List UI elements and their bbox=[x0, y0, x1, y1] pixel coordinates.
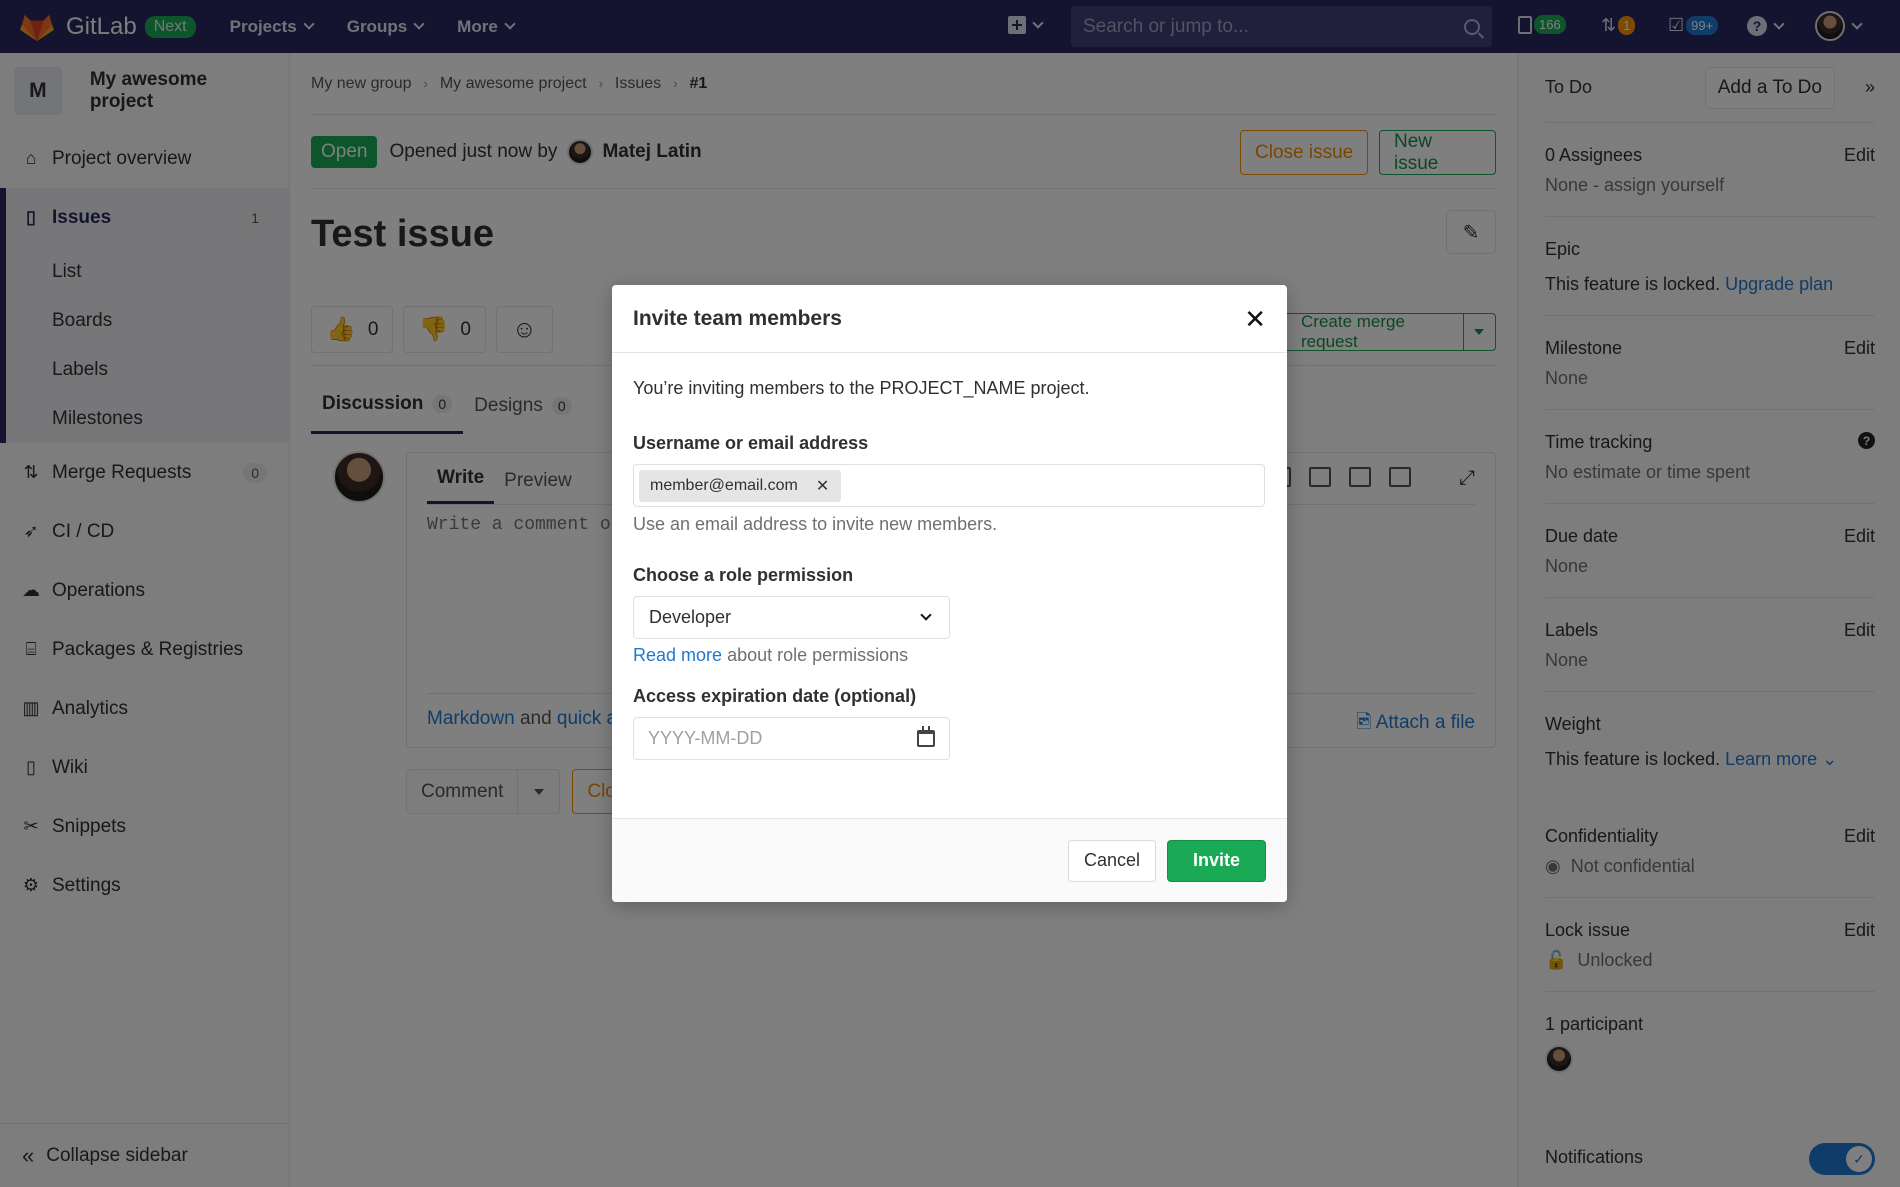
role-select[interactable]: Developer bbox=[633, 596, 950, 639]
cancel-button[interactable]: Cancel bbox=[1067, 839, 1156, 882]
modal-intro: You’re inviting members to the PROJECT_N… bbox=[633, 378, 1090, 398]
member-token-text: member@email.com bbox=[650, 476, 798, 494]
remove-token-icon[interactable]: ✕ bbox=[816, 476, 829, 496]
expiration-date-field[interactable] bbox=[633, 717, 950, 760]
close-icon[interactable]: ✕ bbox=[1244, 306, 1266, 332]
modal-header: Invite team members ✕ bbox=[612, 285, 1287, 353]
role-selected-value: Developer bbox=[649, 607, 732, 627]
member-token: member@email.com ✕ bbox=[639, 469, 842, 502]
username-help: Use an email address to invite new membe… bbox=[633, 514, 998, 534]
chevron-down-icon bbox=[920, 609, 932, 621]
date-label: Access expiration date (optional) bbox=[633, 686, 917, 706]
role-help: Read more about role permissions bbox=[633, 645, 1266, 666]
role-label: Choose a role permission bbox=[633, 565, 854, 585]
modal-footer: Cancel Invite bbox=[612, 818, 1287, 902]
expiration-date-input[interactable] bbox=[648, 728, 917, 749]
calendar-icon[interactable] bbox=[917, 726, 935, 747]
members-token-input[interactable]: member@email.com ✕ bbox=[633, 464, 1265, 507]
read-more-link[interactable]: Read more bbox=[633, 645, 722, 665]
invite-members-modal: Invite team members ✕ You’re inviting me… bbox=[612, 285, 1287, 902]
role-help-text: about role permissions bbox=[727, 645, 909, 665]
username-label: Username or email address bbox=[633, 433, 869, 453]
modal-body: You’re inviting members to the PROJECT_N… bbox=[612, 353, 1287, 760]
modal-title: Invite team members bbox=[633, 306, 842, 330]
members-search-input[interactable] bbox=[849, 465, 1259, 506]
invite-button[interactable]: Invite bbox=[1166, 839, 1266, 882]
